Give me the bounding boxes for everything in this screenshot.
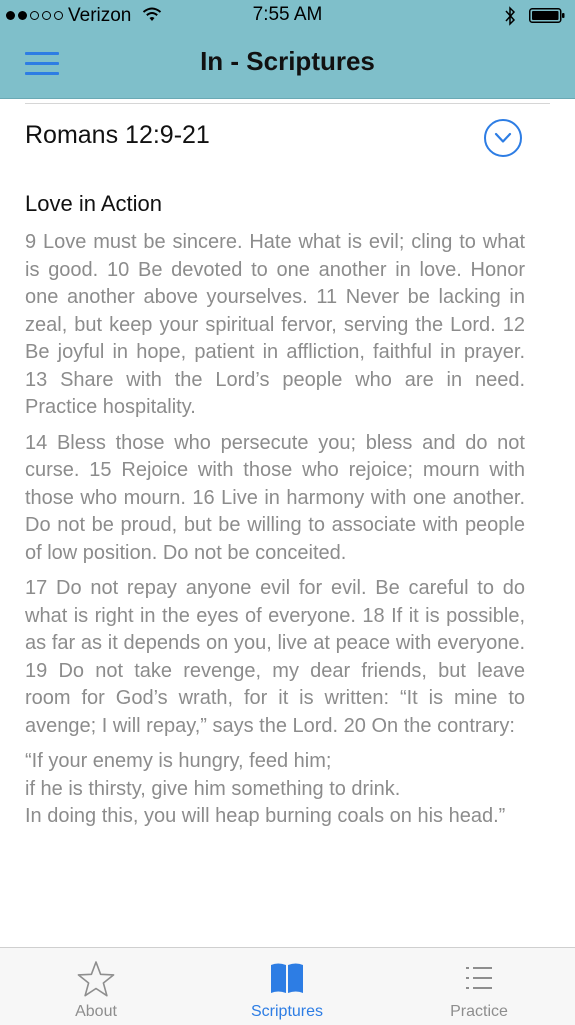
tab-label: Scriptures (250, 1003, 324, 1020)
tab-about[interactable]: About (26, 948, 166, 1025)
tab-label: Practice (450, 1003, 508, 1020)
verse-quote: “If your enemy is hungry, feed him; if h… (25, 748, 525, 831)
quote-line: “If your enemy is hungry, feed him; (25, 750, 332, 772)
tab-scriptures[interactable]: Scriptures (217, 948, 357, 1025)
quote-line: In doing this, you will heap burning coa… (25, 805, 506, 827)
app-header: Verizon 7:55 AM In - Scriptures (0, 0, 575, 99)
verse-paragraph: 14 Bless those who persecute you; bless … (25, 431, 525, 564)
chevron-down-circle-icon[interactable] (484, 119, 522, 157)
verse-paragraph: 17 Do not repay anyone evil for evil. Be… (25, 577, 525, 737)
battery-icon (529, 8, 565, 23)
clock: 7:55 AM (252, 4, 323, 25)
list-icon (466, 967, 492, 989)
bluetooth-icon (505, 6, 516, 26)
star-icon (77, 961, 115, 997)
quote-line: if he is thirsty, give him something to … (25, 777, 401, 800)
passage-reference: Romans 12:9-21 (25, 121, 210, 149)
divider (25, 103, 550, 104)
scripture-text: 9 Love must be sincere. Hate what is evi… (25, 229, 525, 831)
book-icon (271, 963, 303, 993)
page-title: In - Scriptures (200, 46, 375, 76)
tab-label: About (75, 1003, 117, 1020)
status-bar: Verizon 7:55 AM (0, 0, 575, 32)
tab-practice[interactable]: Practice (409, 948, 549, 1025)
section-title: Love in Action (25, 191, 162, 216)
tab-bar: About Scriptures Practice (0, 947, 575, 1025)
verse-paragraph: 9 Love must be sincere. Hate what is evi… (25, 231, 525, 418)
